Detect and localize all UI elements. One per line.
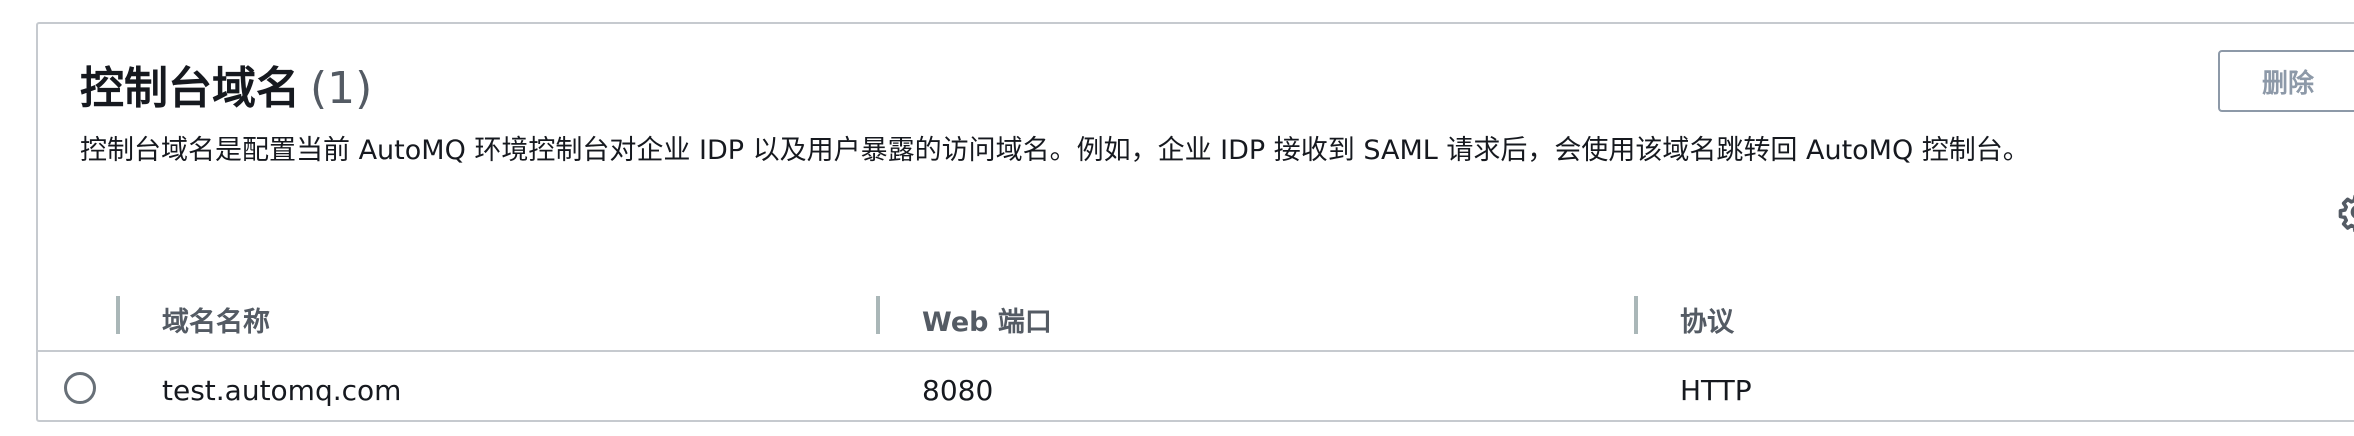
table-row[interactable]: test.automq.com 8080 HTTP [38, 354, 2354, 424]
domain-cell: test.automq.com [162, 374, 402, 407]
column-header-web-port[interactable]: Web 端口 [922, 300, 1052, 339]
console-domain-panel: 控制台域名 (1) 控制台域名是配置当前 AutoMQ 环境控制台对企业 IDP … [36, 22, 2354, 422]
item-count: (1) [310, 63, 373, 114]
column-divider [1634, 296, 1638, 334]
column-header-domain-name[interactable]: 域名名称 [162, 300, 270, 339]
column-header-protocol[interactable]: 协议 [1680, 300, 1734, 339]
protocol-cell: HTTP [1680, 374, 1752, 407]
table-header: 域名名称 Web 端口 协议 [38, 274, 2354, 352]
row-select-radio[interactable] [64, 372, 96, 404]
panel-header: 控制台域名 (1) [80, 52, 372, 116]
port-cell: 8080 [922, 374, 994, 407]
panel-description: 控制台域名是配置当前 AutoMQ 环境控制台对企业 IDP 以及用户暴露的访问… [80, 135, 2030, 166]
panel-title: 控制台域名 [80, 63, 300, 114]
column-divider [876, 296, 880, 334]
delete-button[interactable]: 删除 [2218, 50, 2354, 112]
column-divider [116, 296, 120, 334]
gear-icon[interactable] [2338, 192, 2354, 232]
